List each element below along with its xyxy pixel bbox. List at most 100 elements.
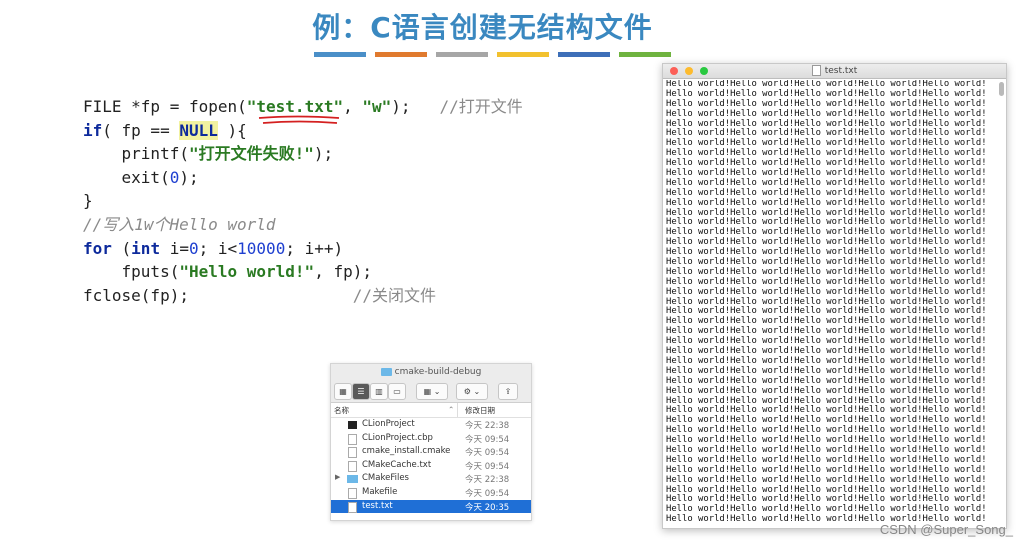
- code-token: ){: [217, 120, 247, 140]
- disclosure-triangle-icon[interactable]: ▶: [335, 473, 340, 481]
- file-name: CLionProject.cbp: [362, 432, 433, 443]
- group-dropdown-button[interactable]: ▦ ⌄: [416, 383, 448, 400]
- action-gear-button[interactable]: ⚙ ⌄: [456, 383, 488, 400]
- finder-file-row[interactable]: ▶ CMakeFiles 今天 22:38: [331, 472, 531, 486]
- code-block: FILE *fp = fopen("test.txt", "w"); //打开文…: [83, 95, 523, 307]
- code-number: 0: [169, 167, 180, 187]
- gallery-view-button[interactable]: ▭: [388, 383, 406, 400]
- code-token: fputs(: [83, 262, 180, 282]
- code-line-close-brace: }: [83, 189, 523, 213]
- document-icon: [348, 447, 357, 459]
- code-keyword: int: [131, 238, 161, 258]
- code-token: ; i++): [285, 238, 344, 258]
- finder-title-bar[interactable]: cmake-build-debug: [331, 364, 531, 380]
- code-token: i=: [160, 238, 189, 258]
- file-modified-date: 今天 09:54: [465, 448, 510, 459]
- editor-text-area[interactable]: Hello world!Hello world!Hello world!Hell…: [666, 80, 996, 528]
- code-string-mode: "w": [362, 97, 392, 116]
- code-token: printf(: [83, 144, 189, 164]
- column-view-button[interactable]: ▥: [370, 383, 388, 400]
- color-bar: [619, 52, 671, 57]
- code-null-highlight: NULL: [179, 120, 218, 140]
- file-modified-date: 今天 09:54: [465, 488, 510, 499]
- column-header-date[interactable]: 修改日期: [465, 405, 495, 416]
- file-name: cmake_install.cmake: [362, 446, 451, 457]
- color-bar: [497, 52, 549, 57]
- code-line-fclose: fclose(fp); //关闭文件: [83, 284, 523, 308]
- editor-window-title: test.txt: [824, 66, 858, 76]
- close-button[interactable]: [670, 67, 678, 75]
- file-modified-date: 今天 20:35: [465, 502, 510, 513]
- code-line-fputs: fputs("Hello world!", fp);: [83, 260, 523, 284]
- code-line-for: for (int i=0; i<10000; i++): [83, 237, 523, 261]
- column-divider: [457, 403, 458, 417]
- code-keyword: if: [83, 120, 103, 140]
- sort-chevron-icon: ⌃: [448, 405, 455, 414]
- code-line-printf: printf("打开文件失败!");: [83, 142, 523, 166]
- document-icon: [348, 433, 357, 445]
- code-token: );: [313, 144, 334, 164]
- code-comment: //关闭文件: [352, 285, 436, 305]
- code-token: );: [391, 97, 440, 116]
- file-modified-date: 今天 09:54: [465, 461, 510, 472]
- file-name: CLionProject: [362, 419, 415, 429]
- finder-file-row[interactable]: CLionProject.cbp 今天 09:54: [331, 432, 531, 446]
- color-bar: [375, 52, 427, 57]
- zoom-button[interactable]: [700, 67, 708, 75]
- code-token: exit(: [83, 167, 170, 187]
- code-token: );: [179, 167, 199, 187]
- document-icon: [811, 65, 821, 76]
- code-token: FILE *fp = fopen(: [83, 97, 247, 116]
- watermark: CSDN @Super_Song_: [879, 522, 1013, 537]
- list-view-button[interactable]: ☰: [352, 383, 370, 400]
- minimize-button[interactable]: [685, 67, 693, 75]
- code-token: ( fp ==: [102, 120, 180, 140]
- file-modified-date: 今天 22:38: [465, 421, 510, 431]
- file-modified-date: 今天 09:54: [465, 434, 510, 445]
- code-token: (: [111, 238, 132, 258]
- folder-icon: [347, 475, 358, 484]
- finder-window-title: cmake-build-debug: [394, 367, 482, 377]
- code-string-filename: "test.txt": [246, 97, 344, 116]
- icon-view-button[interactable]: ▦: [334, 383, 352, 400]
- code-string: "打开文件失败!": [188, 144, 314, 164]
- finder-file-row[interactable]: test.txt 今天 20:35: [331, 499, 531, 514]
- code-line-fopen: FILE *fp = fopen("test.txt", "w"); //打开文…: [83, 95, 523, 124]
- code-token: , fp);: [314, 262, 372, 282]
- code-keyword: for: [83, 238, 112, 258]
- editor-title-bar[interactable]: test.txt: [663, 64, 1006, 79]
- finder-toolbar: ▦ ☰ ▥ ▭ ▦ ⌄ ⚙ ⌄ ⇪: [331, 380, 531, 403]
- column-header-name[interactable]: 名称: [334, 405, 349, 416]
- code-string: "Hello world!": [179, 262, 315, 282]
- finder-column-headers: 名称 ⌃ 修改日期: [331, 403, 531, 418]
- title-color-bars: [314, 52, 671, 57]
- code-number: 0: [188, 238, 199, 258]
- slide-title: 例：C语言创建无结构文件: [312, 11, 653, 44]
- executable-icon: [348, 421, 357, 429]
- document-icon: [348, 460, 357, 472]
- code-token: }: [83, 191, 93, 211]
- share-button[interactable]: ⇪: [498, 383, 518, 400]
- file-name: Makefile: [362, 486, 398, 497]
- color-bar: [314, 52, 366, 57]
- code-line-exit: exit(0);: [83, 166, 523, 190]
- code-token: fclose(fp);: [83, 285, 353, 305]
- code-token: ; i<: [198, 238, 238, 258]
- code-line-comment: //写入1w个Hello world: [83, 213, 523, 237]
- file-name: CMakeFiles: [362, 473, 409, 484]
- file-name: test.txt: [362, 500, 393, 511]
- finder-file-row[interactable]: CLionProject 今天 22:38: [331, 418, 531, 432]
- file-name: CMakeCache.txt: [362, 459, 432, 470]
- finder-file-row[interactable]: Makefile 今天 09:54: [331, 486, 531, 500]
- color-bar: [558, 52, 610, 57]
- document-icon: [348, 501, 357, 513]
- finder-file-row[interactable]: CMakeCache.txt 今天 09:54: [331, 459, 531, 473]
- code-comment: //打开文件: [439, 97, 523, 116]
- finder-window: cmake-build-debug ▦ ☰ ▥ ▭ ▦ ⌄ ⚙ ⌄ ⇪ 名称 ⌃…: [330, 363, 532, 521]
- code-token: ,: [343, 97, 363, 116]
- text-editor-window: test.txt Hello world!Hello world!Hello w…: [662, 63, 1007, 529]
- document-icon: [348, 487, 357, 499]
- vertical-scrollbar[interactable]: [999, 82, 1004, 96]
- finder-file-row[interactable]: cmake_install.cmake 今天 09:54: [331, 445, 531, 459]
- code-comment: //写入1w个Hello world: [83, 214, 276, 234]
